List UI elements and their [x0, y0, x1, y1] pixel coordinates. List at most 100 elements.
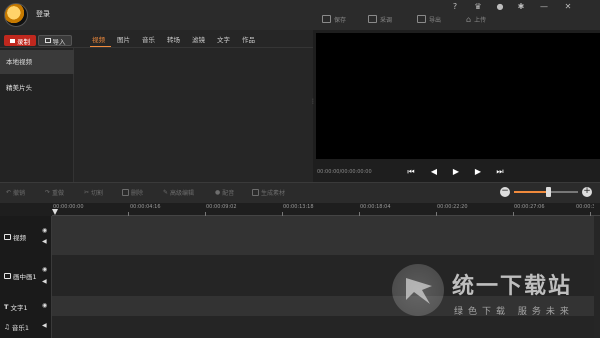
save-button[interactable]: 保存	[322, 13, 346, 25]
home-upload-icon: ⌂	[466, 14, 472, 24]
redo-icon: ↷	[45, 189, 51, 196]
sidebar-item-local-video[interactable]: 本地视频	[0, 50, 74, 74]
eye-icon[interactable]: ◉	[42, 302, 47, 309]
redo-button[interactable]: ↷ 重做	[45, 188, 64, 197]
upload-button[interactable]: ⌂ 上传	[466, 13, 486, 25]
panel-splitter[interactable]: ⋮	[310, 98, 316, 110]
tab-text[interactable]: 文字	[211, 35, 236, 46]
gear-icon[interactable]: ✱	[515, 2, 527, 12]
cut-label: 切割	[91, 190, 104, 197]
upload-label: 上传	[474, 16, 487, 24]
scissors-icon: ✂	[84, 189, 90, 196]
tab-image[interactable]: 图片	[111, 35, 136, 46]
zoom-in-icon[interactable]: +	[582, 187, 592, 197]
tab-filter[interactable]: 滤镜	[186, 35, 211, 46]
media-tabs: 视频 图片 音乐 转场 滤镜 文字 作品	[86, 35, 261, 46]
login-link[interactable]: 登录	[36, 9, 50, 19]
record-action-button[interactable]: 采调	[368, 13, 392, 25]
microphone-icon: ●	[215, 189, 221, 196]
tab-works[interactable]: 作品	[236, 35, 261, 46]
tab-video[interactable]: 视频	[86, 35, 111, 46]
undo-label: 撤销	[13, 190, 26, 197]
ruler-label: 00:00:04:16	[130, 204, 161, 210]
close-icon[interactable]: ✕	[562, 2, 574, 12]
play-icon[interactable]: ▶︎	[451, 167, 461, 177]
ruler-label: 00:00:31:	[576, 204, 594, 210]
redo-label: 重做	[52, 190, 65, 197]
tab-music[interactable]: 音乐	[136, 35, 161, 46]
help-icon[interactable]: ?	[449, 2, 461, 12]
pip-icon	[4, 273, 11, 279]
track-name: 画中画1	[13, 273, 37, 281]
export-icon	[417, 15, 426, 23]
step-back-icon[interactable]: ◀︎	[429, 167, 439, 177]
record-button[interactable]: 录制	[4, 35, 36, 46]
save-label: 保存	[334, 16, 347, 24]
generate-material-label: 生成素材	[261, 190, 286, 197]
sidebar-item-intro[interactable]: 精美片头	[0, 76, 74, 100]
watermark-title: 统一下载站	[452, 274, 573, 299]
dubbing-label: 配音	[222, 190, 235, 197]
speaker-icon[interactable]: ◀	[42, 238, 47, 245]
wand-icon: ✎	[163, 189, 169, 196]
zoom-out-icon[interactable]: −	[500, 187, 510, 197]
eye-icon[interactable]: ◉	[42, 227, 47, 234]
tab-transition[interactable]: 转场	[161, 35, 186, 46]
timeline-scrollbar[interactable]	[594, 216, 600, 338]
video-icon	[4, 234, 11, 240]
track-name: 视频	[13, 234, 26, 242]
music-note-icon: ♫	[4, 323, 10, 331]
ruler-label: 00:00:22:20	[437, 204, 468, 210]
track-name: 音乐1	[11, 324, 29, 332]
track-label-text: T 文字1	[4, 302, 28, 312]
video-track[interactable]	[52, 216, 594, 255]
ruler-label: 00:00:13:18	[283, 204, 314, 210]
zoom-slider-fill	[514, 191, 548, 193]
undo-icon: ↶	[6, 189, 12, 196]
trash-icon	[122, 189, 129, 196]
minimize-icon[interactable]: —	[538, 2, 550, 12]
watermark-subtitle: 绿色下载 服务未来	[454, 307, 574, 317]
export-button[interactable]: 导出	[417, 13, 441, 25]
import-icon	[44, 38, 51, 43]
dubbing-button[interactable]: ● 配音	[215, 188, 234, 197]
ruler-label: 00:00:18:04	[360, 204, 391, 210]
skip-end-icon[interactable]: ⏭	[495, 167, 505, 177]
material-icon	[252, 189, 259, 196]
watermark-logo-icon	[392, 264, 444, 316]
speaker-icon[interactable]: ◀	[42, 322, 47, 329]
ruler-label: 00:00:09:02	[206, 204, 237, 210]
save-icon	[322, 15, 331, 23]
skip-start-icon[interactable]: ⏮	[406, 167, 416, 177]
record-button-label: 录制	[17, 37, 30, 46]
import-button[interactable]: 导入	[38, 35, 72, 46]
import-button-label: 导入	[52, 37, 66, 46]
video-preview[interactable]	[316, 33, 600, 159]
step-forward-icon[interactable]: ▶︎	[473, 167, 483, 177]
crown-icon[interactable]: ♛	[472, 2, 484, 12]
advanced-edit-label: 高级编辑	[170, 190, 195, 197]
track-label-pip: 画中画1	[4, 271, 37, 281]
track-label-music: ♫ 音乐1	[4, 322, 29, 332]
export-label: 导出	[429, 16, 442, 24]
zoom-slider-handle[interactable]	[545, 187, 551, 197]
generate-material-button[interactable]: 生成素材	[252, 188, 285, 197]
speaker-icon[interactable]: ◀	[42, 278, 47, 285]
track-label-video: 视频	[4, 232, 26, 242]
music-track[interactable]	[52, 316, 594, 338]
ruler-label: 00:00:27:06	[514, 204, 545, 210]
text-icon: T	[4, 303, 9, 311]
delete-label: 删除	[131, 190, 144, 197]
cut-button[interactable]: ✂ 切割	[84, 188, 103, 197]
clip-icon	[368, 15, 377, 23]
timeline-header-corner	[0, 203, 52, 216]
undo-button[interactable]: ↶ 撤销	[6, 188, 25, 197]
advanced-edit-button[interactable]: ✎ 高级编辑	[163, 188, 194, 197]
record-action-label: 采调	[380, 16, 393, 24]
bell-icon[interactable]: ●	[494, 2, 506, 12]
delete-button[interactable]: 删除	[122, 188, 143, 197]
playhead[interactable]	[52, 209, 58, 215]
eye-icon[interactable]: ◉	[42, 266, 47, 273]
avatar[interactable]	[4, 3, 28, 27]
track-name: 文字1	[10, 304, 28, 312]
